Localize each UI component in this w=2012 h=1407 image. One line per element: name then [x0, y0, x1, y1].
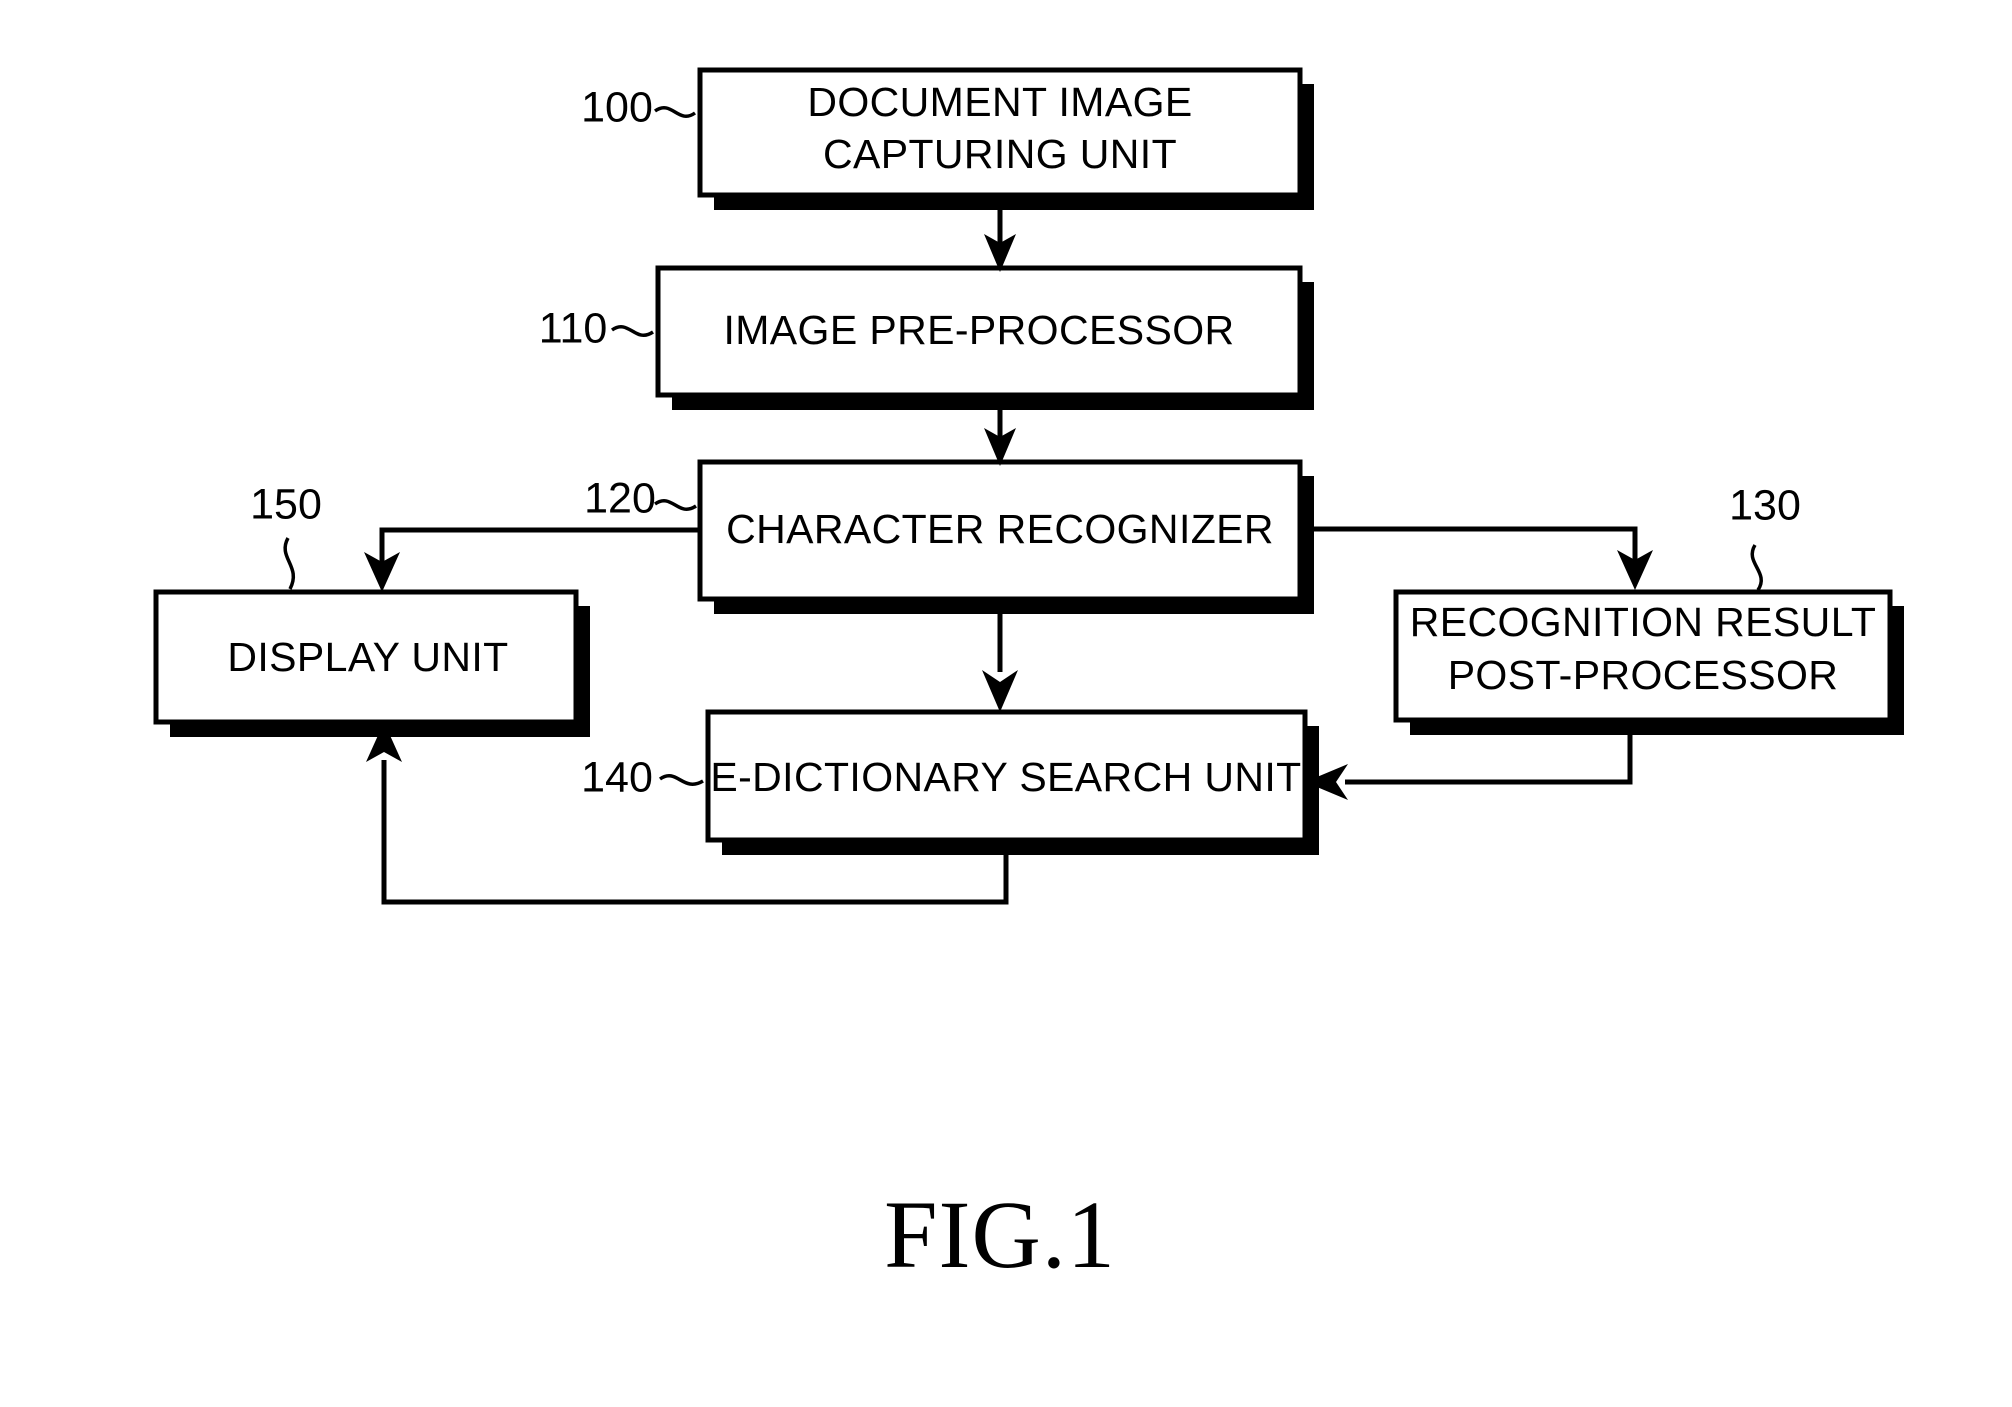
ref-leader-130	[1750, 544, 1763, 591]
edge-recognizer-to-display	[364, 527, 700, 592]
patent-figure: DOCUMENT IMAGE CAPTURING UNIT IMAGE PRE-…	[0, 0, 2012, 1407]
ref-leader-150-squiggle	[283, 537, 296, 590]
block-120-label: CHARACTER RECOGNIZER	[726, 506, 1274, 552]
block-100-label-line-1: DOCUMENT IMAGE	[807, 79, 1192, 125]
ref-leader-120	[653, 499, 697, 511]
block-100-label-line-2: CAPTURING UNIT	[823, 131, 1177, 177]
ref-label-150: 150	[250, 480, 322, 528]
block-display-unit: DISPLAY UNIT	[153, 589, 590, 737]
ref-leader-120-squiggle	[653, 499, 697, 511]
edge-120-140-arrowhead	[982, 670, 1018, 712]
figure-caption: FIG.1	[884, 1181, 1116, 1288]
edge-recognizer-to-dictionary	[982, 614, 1018, 712]
edge-120-150-line	[379, 527, 700, 568]
edge-130-140-line	[1345, 735, 1633, 785]
ref-leader-110-squiggle	[610, 325, 654, 337]
ref-leader-130-squiggle	[1750, 544, 1763, 591]
edge-120-130-line	[1314, 526, 1638, 565]
edge-preprocessor-to-recognizer	[984, 410, 1016, 466]
ref-leader-140	[658, 774, 704, 786]
block-150-label: DISPLAY UNIT	[227, 634, 508, 680]
edge-postprocessor-to-dictionary	[1305, 735, 1633, 800]
block-140-label: E-DICTIONARY SEARCH UNIT	[710, 754, 1301, 800]
ref-leader-140-squiggle	[658, 774, 704, 786]
block-document-image-capturing-unit: DOCUMENT IMAGE CAPTURING UNIT	[697, 67, 1314, 210]
block-110-label: IMAGE PRE-PROCESSOR	[723, 307, 1234, 353]
block-recognition-result-post-processor: RECOGNITION RESULT POST-PROCESSOR	[1393, 589, 1904, 735]
block-e-dictionary-search-unit: E-DICTIONARY SEARCH UNIT	[705, 709, 1319, 855]
block-character-recognizer: CHARACTER RECOGNIZER	[697, 459, 1314, 614]
ref-leader-110	[610, 325, 654, 337]
block-130-label-line-1: RECOGNITION RESULT	[1410, 599, 1877, 645]
ref-label-130: 130	[1729, 481, 1801, 529]
block-image-pre-processor: IMAGE PRE-PROCESSOR	[655, 265, 1314, 410]
ref-label-100: 100	[581, 83, 653, 131]
ref-leader-100	[653, 106, 697, 118]
edge-recognizer-to-postprocessor	[1314, 526, 1653, 590]
ref-label-140: 140	[581, 753, 653, 801]
ref-leader-100-squiggle	[653, 106, 697, 118]
block-diagram: DOCUMENT IMAGE CAPTURING UNIT IMAGE PRE-…	[153, 67, 1904, 1288]
ref-leader-150	[283, 537, 296, 590]
ref-label-110: 110	[539, 304, 608, 352]
edge-capture-to-preprocessor	[984, 210, 1016, 272]
ref-label-120: 120	[584, 474, 656, 522]
block-130-label-line-2: POST-PROCESSOR	[1448, 652, 1839, 698]
